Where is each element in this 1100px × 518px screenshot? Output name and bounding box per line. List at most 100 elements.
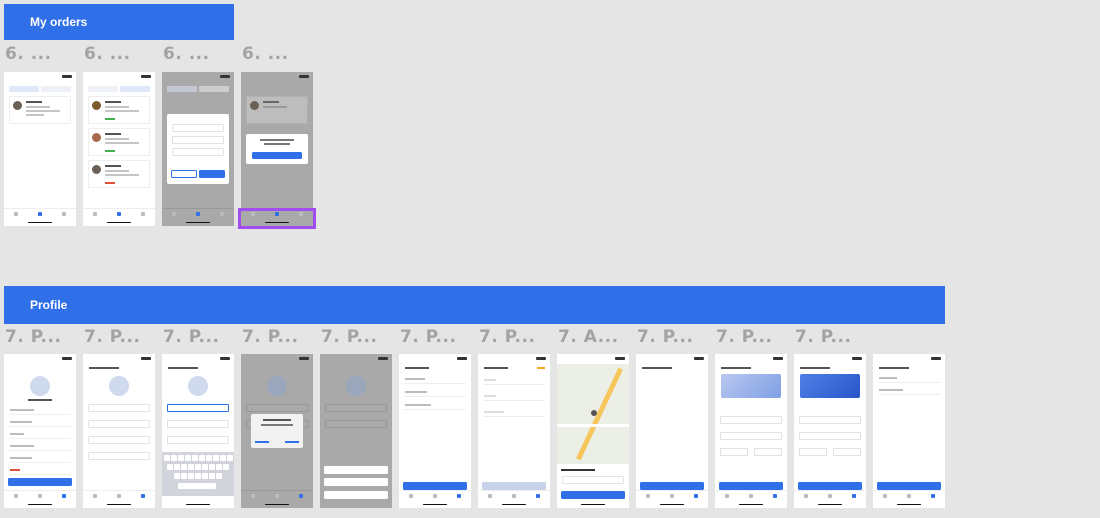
date-field[interactable] <box>88 452 150 460</box>
tab-icon[interactable] <box>883 493 887 498</box>
confirm-location-button[interactable] <box>561 491 625 499</box>
frame-label-profile-7[interactable]: 7. P... <box>479 327 535 347</box>
tab-bar[interactable] <box>83 490 155 500</box>
profile-frame-12[interactable] <box>873 354 945 508</box>
tab-icon[interactable] <box>117 493 121 498</box>
profile-section-banner[interactable]: Profile <box>4 286 945 324</box>
frame-label-orders-2[interactable]: 6. ... <box>84 44 131 64</box>
expiry-field[interactable] <box>799 448 827 456</box>
address-row[interactable] <box>404 388 466 397</box>
add-card-button[interactable] <box>719 482 783 490</box>
tab-icon[interactable] <box>907 493 911 498</box>
tab-icon[interactable] <box>275 493 279 498</box>
tab-icon[interactable] <box>749 493 753 498</box>
order-card[interactable] <box>88 160 150 188</box>
sheet-cancel-button[interactable] <box>324 491 388 499</box>
frame-label-profile-5[interactable]: 7. P... <box>321 327 377 347</box>
cancel-button[interactable] <box>171 170 197 178</box>
add-card-button[interactable] <box>640 482 704 490</box>
card-holder-field[interactable] <box>799 416 861 424</box>
tab-icon[interactable] <box>196 211 200 216</box>
map-pin-icon[interactable] <box>591 410 597 416</box>
tab-bar[interactable] <box>4 208 76 218</box>
confirmation-modal[interactable] <box>246 134 308 164</box>
tab-icon[interactable] <box>93 211 97 216</box>
tab-icon[interactable] <box>828 493 832 498</box>
profile-frame-5[interactable] <box>320 354 392 508</box>
profile-frame-2[interactable] <box>83 354 155 508</box>
segment-active[interactable] <box>9 86 39 92</box>
menu-row[interactable] <box>9 442 71 451</box>
address-row[interactable] <box>404 401 466 410</box>
order-details-modal[interactable] <box>167 114 229 184</box>
segment-history[interactable] <box>199 86 229 92</box>
tab-icon[interactable] <box>62 493 66 498</box>
tab-bar[interactable] <box>478 490 550 500</box>
tab-icon[interactable] <box>457 493 461 498</box>
tab-icon[interactable] <box>38 493 42 498</box>
payment-method-row[interactable] <box>878 374 940 383</box>
tab-bar[interactable] <box>83 208 155 218</box>
frame-label-profile-10[interactable]: 7. P... <box>716 327 772 347</box>
tab-icon[interactable] <box>725 493 729 498</box>
menu-row[interactable] <box>9 418 71 427</box>
tab-icon[interactable] <box>694 493 698 498</box>
address-field[interactable] <box>483 376 545 385</box>
tab-icon[interactable] <box>852 493 856 498</box>
frame-label-profile-1[interactable]: 7. P... <box>5 327 61 347</box>
email-field[interactable] <box>167 436 229 444</box>
tab-icon[interactable] <box>172 211 176 216</box>
menu-row[interactable] <box>9 406 71 415</box>
sheet-option-gallery[interactable] <box>324 478 388 486</box>
card-number-field[interactable] <box>720 432 782 440</box>
permission-alert[interactable] <box>251 414 303 448</box>
frame-label-profile-3[interactable]: 7. P... <box>163 327 219 347</box>
frame-label-profile-2[interactable]: 7. P... <box>84 327 140 347</box>
tab-icon[interactable] <box>931 493 935 498</box>
menu-row[interactable] <box>9 466 71 475</box>
tab-bar[interactable] <box>241 490 313 500</box>
tab-icon[interactable] <box>670 493 674 498</box>
tab-icon[interactable] <box>646 493 650 498</box>
frame-label-orders-1[interactable]: 6. ... <box>5 44 52 64</box>
orders-segmented-control[interactable] <box>167 86 229 92</box>
address-field[interactable] <box>483 392 545 401</box>
tab-icon[interactable] <box>14 493 18 498</box>
order-card[interactable] <box>9 96 71 124</box>
phone-field[interactable] <box>167 420 229 428</box>
frame-label-profile-9[interactable]: 7. P... <box>637 327 693 347</box>
tab-icon[interactable] <box>512 493 516 498</box>
segment-history[interactable] <box>120 86 150 92</box>
phone-field[interactable] <box>88 420 150 428</box>
menu-row[interactable] <box>9 454 71 463</box>
profile-frame-8[interactable] <box>557 354 629 508</box>
segment-history[interactable] <box>41 86 71 92</box>
add-card-button[interactable] <box>877 482 941 490</box>
menu-row[interactable] <box>9 430 71 439</box>
tab-icon[interactable] <box>433 493 437 498</box>
alert-allow-button[interactable] <box>285 441 299 443</box>
tab-bar[interactable] <box>715 490 787 500</box>
frame-label-profile-8[interactable]: 7. A... <box>558 327 619 347</box>
payment-method-row[interactable] <box>878 386 940 395</box>
orders-frame-1[interactable] <box>4 72 76 226</box>
keyboard[interactable] <box>162 452 234 496</box>
orders-segmented-control[interactable] <box>88 86 150 92</box>
tab-icon[interactable] <box>536 493 540 498</box>
orders-frame-4[interactable] <box>241 72 313 226</box>
add-address-button[interactable] <box>403 482 467 490</box>
email-field[interactable] <box>88 436 150 444</box>
frame-label-profile-11[interactable]: 7. P... <box>795 327 851 347</box>
tab-bar[interactable] <box>162 208 234 218</box>
expiry-field[interactable] <box>720 448 748 456</box>
tab-icon[interactable] <box>117 211 121 216</box>
frame-label-orders-4[interactable]: 6. ... <box>242 44 289 64</box>
tab-bar[interactable] <box>4 490 76 500</box>
profile-frame-3[interactable] <box>162 354 234 508</box>
tab-bar[interactable] <box>873 490 945 500</box>
tab-icon[interactable] <box>773 493 777 498</box>
tab-icon[interactable] <box>251 493 255 498</box>
tab-bar[interactable] <box>399 490 471 500</box>
map-view[interactable] <box>557 364 629 464</box>
cvv-field[interactable] <box>754 448 782 456</box>
